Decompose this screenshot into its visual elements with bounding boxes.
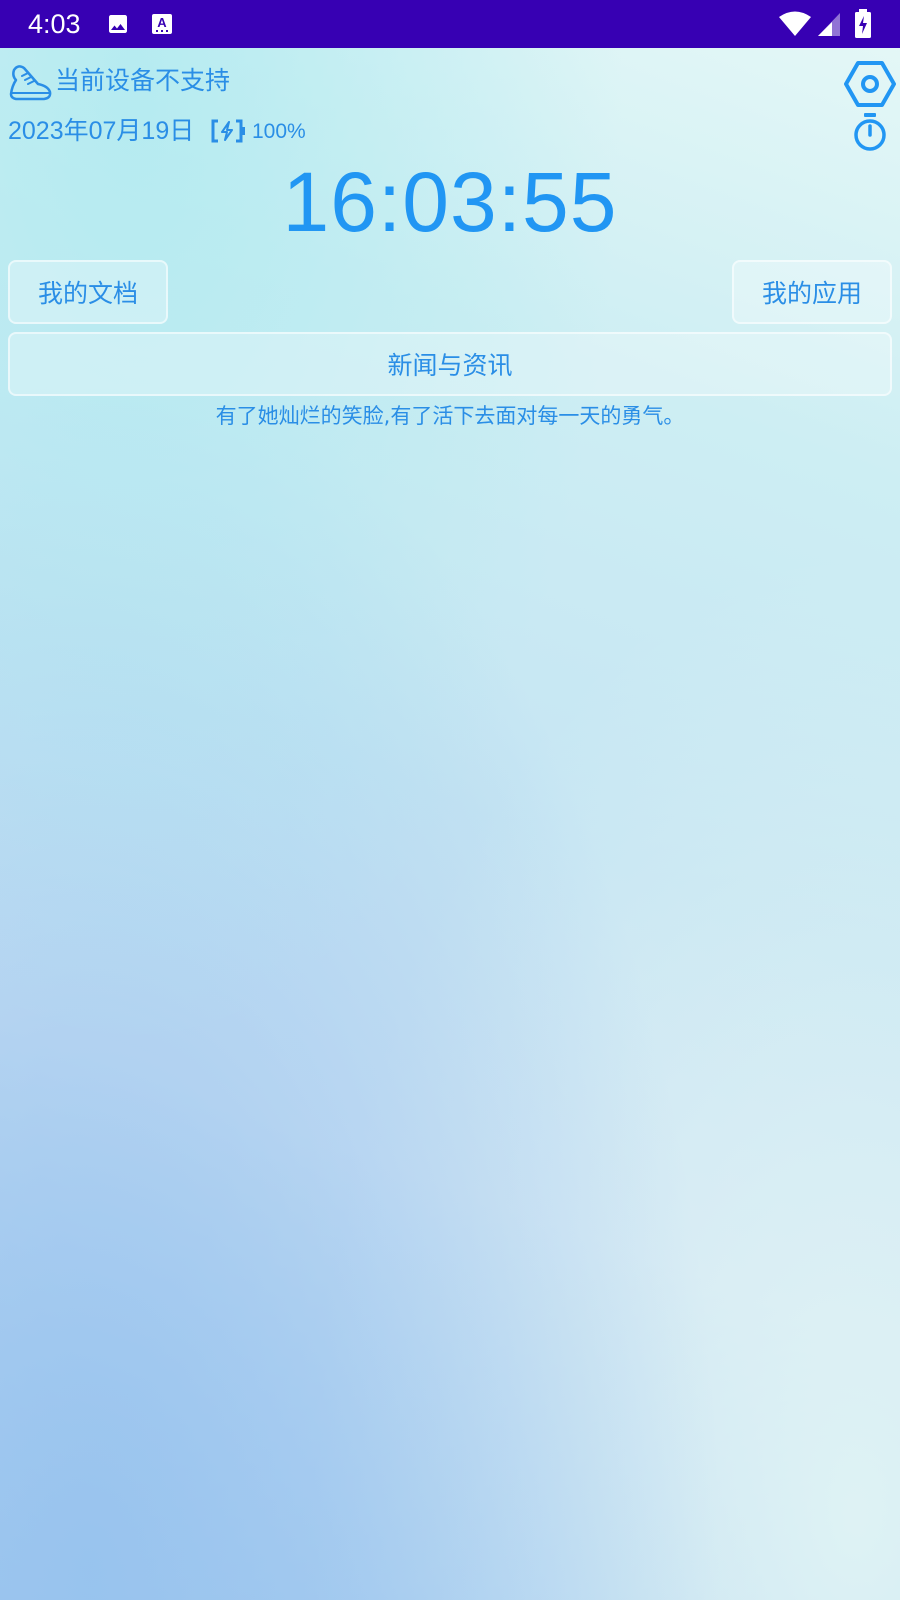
battery-percent: 100% <box>252 120 306 143</box>
step-count-label: 当前设备不支持 <box>55 66 231 95</box>
status-bar: 4:03 A <box>0 0 900 48</box>
text-format-icon: A <box>152 14 172 34</box>
shoe-icon <box>9 65 52 101</box>
status-time: 4:03 <box>28 9 81 39</box>
battery-charging-icon <box>855 9 871 38</box>
svg-text:A: A <box>157 15 167 30</box>
date-row: 2023年07月19日 100% <box>0 112 900 152</box>
news-button[interactable]: 新闻与资讯 <box>8 332 892 396</box>
digital-clock: 16:03:55 <box>282 155 618 249</box>
stopwatch-icon[interactable] <box>852 112 888 152</box>
settings-hexagon-icon[interactable] <box>844 58 896 110</box>
my-apps-button[interactable]: 我的应用 <box>732 260 892 324</box>
battery-status-icon <box>211 119 245 143</box>
wifi-icon <box>779 11 811 36</box>
header-row: 当前设备不支持 <box>0 54 900 110</box>
image-icon <box>109 15 127 33</box>
date-text: 2023年07月19日 <box>8 117 195 145</box>
daily-quote: 有了她灿烂的笑脸,有了活下去面对每一天的勇气。 <box>215 404 685 428</box>
my-documents-button[interactable]: 我的文档 <box>8 260 168 324</box>
signal-icon <box>818 13 840 36</box>
